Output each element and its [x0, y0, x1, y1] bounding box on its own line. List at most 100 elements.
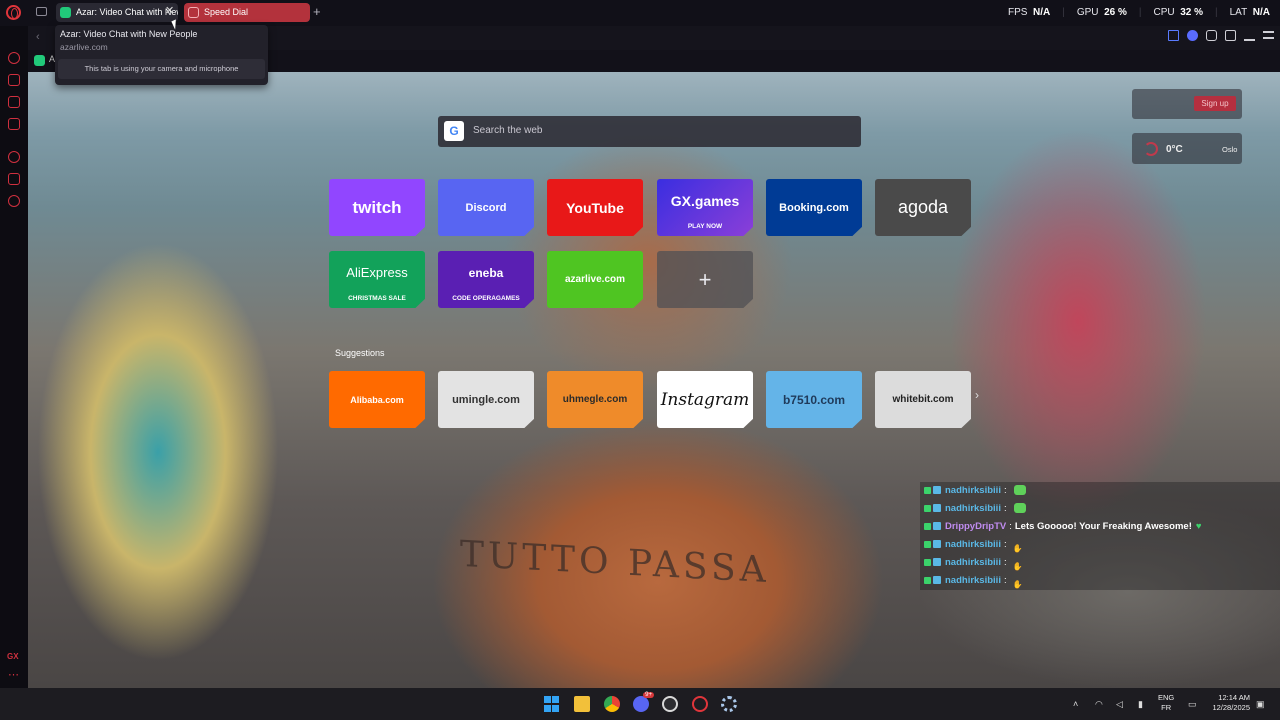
speed-dial-icon: [188, 7, 199, 18]
language-indicator[interactable]: ENG FR: [1158, 693, 1174, 713]
new-tab-button[interactable]: +: [313, 4, 321, 19]
tile-subtitle: CHRISTMAS SALE: [348, 295, 406, 302]
gpu-stat: GPU 26 %: [1076, 7, 1127, 18]
chat-badge-icon: [933, 504, 941, 513]
azar-bookmark-icon[interactable]: [34, 55, 45, 66]
weather-widget[interactable]: 0°C Oslo: [1132, 133, 1242, 164]
snapshot-icon[interactable]: [1168, 30, 1179, 41]
add-tile-button[interactable]: +: [657, 251, 753, 308]
background-tattoo-text: TUTTO PASSA: [460, 533, 770, 592]
suggestion-umingle[interactable]: umingle.com: [438, 371, 534, 428]
history-sync-icon[interactable]: [8, 52, 20, 64]
settings-icon[interactable]: [8, 195, 20, 207]
chat-message: nadhirksibiii:: [920, 500, 1280, 518]
account-widget: Sign up: [1132, 89, 1242, 119]
clock[interactable]: 12:14 AM 12/28/2025: [1206, 693, 1250, 713]
display-icon[interactable]: ▭: [1188, 699, 1197, 710]
tab-speed-dial[interactable]: Speed Dial: [184, 3, 310, 22]
tab-label: Speed Dial: [204, 7, 249, 17]
hardware-stats: FPS N/A | GPU 26 % | CPU 32 % | LAT N/A: [1008, 0, 1270, 26]
suggestions-next-icon[interactable]: ›: [975, 388, 979, 402]
microphone-icon[interactable]: ▮: [1138, 699, 1143, 710]
lat-stat: LAT N/A: [1229, 7, 1270, 18]
tile-discord[interactable]: Discord: [438, 179, 534, 236]
tab-preview-tooltip: Azar: Video Chat with New People azarliv…: [55, 25, 268, 85]
tile-azarlive[interactable]: azarlive.com: [547, 251, 643, 308]
chrome-icon[interactable]: [604, 696, 620, 712]
notifications-icon[interactable]: ▣: [1256, 699, 1265, 710]
chat-badge-icon: [924, 504, 931, 512]
gx-label[interactable]: GX: [7, 652, 19, 661]
tile-subtitle: PLAY NOW: [687, 223, 723, 230]
vpn-icon[interactable]: [1187, 30, 1198, 41]
cpu-stat: CPU 32 %: [1153, 7, 1203, 18]
weather-city: Oslo: [1222, 145, 1238, 154]
chat-username: nadhirksibiii: [945, 539, 1001, 550]
search-placeholder[interactable]: Search the web: [473, 125, 543, 136]
search-box[interactable]: G Search the web: [438, 116, 861, 147]
chat-badge-icon: [933, 576, 941, 585]
chat-separator: :: [1003, 503, 1007, 514]
sidebar: GX ⋯: [0, 26, 28, 688]
obs-icon[interactable]: [662, 696, 678, 712]
chat-badge-icon: [933, 522, 941, 531]
extensions-sidebar-icon[interactable]: [8, 173, 20, 185]
suggestion-instagram[interactable]: Instagram: [657, 371, 753, 428]
gx-control-icon[interactable]: [8, 74, 20, 86]
tile-gx-games[interactable]: GX.games PLAY NOW: [657, 179, 753, 236]
headset-icon[interactable]: ◠: [1095, 699, 1103, 710]
tile-aliexpress[interactable]: AliExpress CHRISTMAS SALE: [329, 251, 425, 308]
tab-label: Azar: Video Chat with New People: [76, 7, 178, 17]
tile-eneba[interactable]: eneba CODE OPERAGAMES: [438, 251, 534, 308]
chat-separator: :: [1009, 521, 1012, 532]
chat-badge-icon: [924, 486, 931, 494]
chat-separator: :: [1003, 575, 1007, 586]
tile-agoda[interactable]: agoda: [875, 179, 971, 236]
hands-emote-icon: ✋: [1012, 561, 1023, 571]
windows-start-icon[interactable]: [544, 696, 560, 712]
divider: |: [1138, 7, 1142, 18]
tab-islands-icon[interactable]: [36, 7, 47, 16]
chat-badge-icon: [924, 576, 931, 584]
weather-icon: [1144, 142, 1158, 156]
tray-chevron-icon[interactable]: ˄: [1073, 699, 1078, 709]
volume-icon[interactable]: ◁: [1116, 699, 1123, 710]
tile-booking[interactable]: Booking.com: [766, 179, 862, 236]
back-button[interactable]: ‹: [36, 31, 40, 43]
chat-separator: :: [1003, 557, 1007, 568]
discord-icon[interactable]: 9+: [633, 692, 654, 712]
chat-username: nadhirksibiii: [945, 503, 1001, 514]
date: 12/28/2025: [1212, 703, 1250, 712]
speed-dial-page: TUTTO PASSA G Search the web twitch Disc…: [28, 72, 1280, 688]
suggestion-b7510[interactable]: b7510.com: [766, 371, 862, 428]
clock-icon[interactable]: [8, 151, 20, 163]
tab-bar: Azar: Video Chat with New People ✕ Speed…: [0, 0, 1280, 26]
frog-emote-icon: [1013, 485, 1026, 496]
tile-youtube[interactable]: YouTube: [547, 179, 643, 236]
opera-logo-icon[interactable]: [6, 5, 21, 20]
chat-username: nadhirksibiii: [945, 557, 1001, 568]
fps-stat: FPS N/A: [1008, 7, 1051, 18]
chat-overlay: nadhirksibiii: nadhirksibiii: DrippyDripTV…: [920, 482, 1280, 590]
suggestion-alibaba[interactable]: Alibaba.com: [329, 371, 425, 428]
sign-up-button[interactable]: Sign up: [1194, 96, 1236, 111]
divider: |: [1062, 7, 1065, 18]
suggestion-uhmegle[interactable]: uhmegle.com: [547, 371, 643, 428]
extensions-icon[interactable]: [1206, 30, 1217, 41]
more-icon[interactable]: ⋯: [8, 668, 19, 681]
download-icon[interactable]: [1244, 30, 1255, 41]
divider: |: [1214, 7, 1218, 18]
file-explorer-icon[interactable]: [574, 696, 590, 712]
tab-azar[interactable]: Azar: Video Chat with New People: [56, 3, 178, 22]
gx-cleaner-icon[interactable]: [8, 96, 20, 108]
chat-badge-icon: [933, 486, 941, 495]
chat-username: nadhirksibiii: [945, 575, 1001, 586]
menu-icon[interactable]: [1263, 31, 1274, 39]
wallet-icon[interactable]: [1225, 30, 1236, 41]
opera-gx-icon[interactable]: [692, 696, 708, 712]
tile-twitch[interactable]: twitch: [329, 179, 425, 236]
messenger-icon[interactable]: [8, 118, 20, 130]
chat-message: nadhirksibiii: ✋: [920, 536, 1280, 554]
suggestion-whitebit[interactable]: whitebit.com: [875, 371, 971, 428]
settings-app-icon[interactable]: [721, 696, 737, 712]
